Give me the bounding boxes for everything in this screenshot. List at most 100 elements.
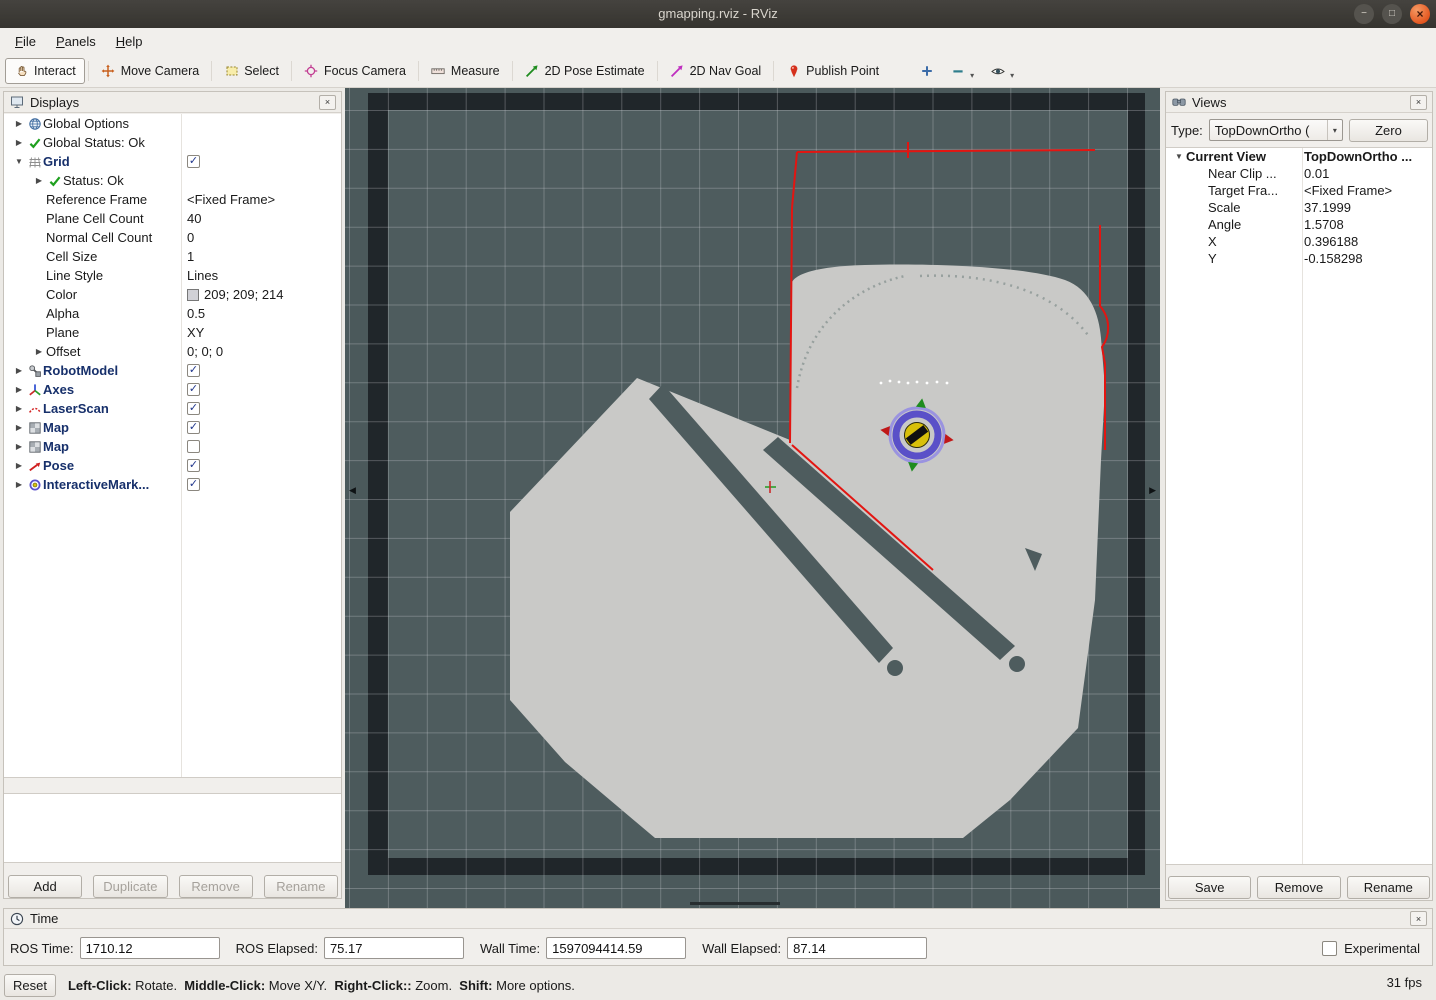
maximize-button[interactable]: □: [1382, 4, 1402, 24]
views-rename-button[interactable]: Rename: [1347, 876, 1430, 899]
expand-arrow-icon[interactable]: ▶: [12, 138, 26, 147]
displays-add-button[interactable]: Add: [8, 875, 82, 898]
display-row[interactable]: Normal Cell Count0: [4, 228, 341, 247]
expand-arrow-icon[interactable]: ▶: [12, 461, 26, 470]
interact-tool[interactable]: Interact: [5, 58, 85, 84]
focus-camera-tool[interactable]: Focus Camera: [295, 58, 415, 84]
expand-arrow-icon[interactable]: ▶: [12, 404, 26, 413]
views-close-icon[interactable]: ×: [1410, 95, 1427, 110]
display-row[interactable]: ▶Status: Ok: [4, 171, 341, 190]
views-panel-header[interactable]: Views ×: [1166, 92, 1432, 113]
experimental-checkbox[interactable]: [1322, 941, 1337, 956]
display-row[interactable]: Cell Size1: [4, 247, 341, 266]
view-type-combobox[interactable]: TopDownOrtho ( ▾: [1209, 119, 1343, 141]
view-property-row[interactable]: Y-0.158298: [1166, 250, 1432, 267]
checkbox-checked[interactable]: ✓: [187, 459, 200, 472]
tool-properties-button-dropdown-icon[interactable]: ▾: [1010, 71, 1014, 83]
publish-point-tool[interactable]: Publish Point: [777, 58, 888, 84]
display-row[interactable]: ▼Grid✓: [4, 152, 341, 171]
titlebar[interactable]: gmapping.rviz - RViz − □ ×: [0, 0, 1436, 28]
display-description-box: [4, 793, 341, 863]
time-close-icon[interactable]: ×: [1410, 911, 1427, 926]
display-row[interactable]: ▶Global Options: [4, 114, 341, 133]
display-row[interactable]: Plane Cell Count40: [4, 209, 341, 228]
view-property-row[interactable]: X0.396188: [1166, 233, 1432, 250]
checkbox-checked[interactable]: ✓: [187, 383, 200, 396]
view-property-row[interactable]: ▼Current ViewTopDownOrtho ...: [1166, 148, 1432, 165]
display-row[interactable]: ▶Pose✓: [4, 456, 341, 475]
nav-goal-tool[interactable]: 2D Nav Goal: [661, 58, 771, 84]
display-row[interactable]: Alpha0.5: [4, 304, 341, 323]
view-property-row[interactable]: Angle1.5708: [1166, 216, 1432, 233]
minimize-button[interactable]: −: [1354, 4, 1374, 24]
row-value: 37.1999: [1304, 200, 1351, 215]
ros-time-input[interactable]: [80, 937, 220, 959]
views-remove-button[interactable]: Remove: [1257, 876, 1340, 899]
checkbox-checked[interactable]: ✓: [187, 402, 200, 415]
display-row[interactable]: ▶Map: [4, 437, 341, 456]
row-value: <Fixed Frame>: [1304, 183, 1392, 198]
view-property-row[interactable]: Scale37.1999: [1166, 199, 1432, 216]
collapse-arrow-icon[interactable]: ▼: [1172, 152, 1186, 161]
splitter-left-handle[interactable]: ◀: [349, 486, 356, 495]
pose-estimate-tool[interactable]: 2D Pose Estimate: [516, 58, 654, 84]
row-value: 40: [187, 211, 201, 226]
expand-arrow-icon[interactable]: ▶: [12, 385, 26, 394]
measure-tool[interactable]: Measure: [422, 58, 509, 84]
display-row[interactable]: Reference Frame<Fixed Frame>: [4, 190, 341, 209]
collapse-arrow-icon[interactable]: ▼: [12, 157, 26, 166]
combo-arrow-icon[interactable]: ▾: [1327, 120, 1342, 140]
pillar-2: [1009, 656, 1025, 672]
wall-elapsed-input[interactable]: [787, 937, 927, 959]
display-row[interactable]: ▶InteractiveMark...✓: [4, 475, 341, 494]
viewport-scroll-hint: [690, 902, 780, 905]
reset-button[interactable]: Reset: [4, 974, 56, 997]
display-row[interactable]: ▶Offset0; 0; 0: [4, 342, 341, 361]
expand-arrow-icon[interactable]: ▶: [32, 347, 46, 356]
3d-viewport[interactable]: ◀ ▶: [345, 88, 1160, 908]
display-row[interactable]: ▶Axes✓: [4, 380, 341, 399]
view-property-row[interactable]: Target Fra...<Fixed Frame>: [1166, 182, 1432, 199]
splitter-right-handle[interactable]: ▶: [1149, 486, 1156, 495]
display-row[interactable]: Line StyleLines: [4, 266, 341, 285]
menu-help[interactable]: Help: [106, 31, 153, 52]
add-tool-button[interactable]: [914, 58, 939, 84]
move-camera-tool[interactable]: Move Camera: [92, 58, 209, 84]
displays-close-icon[interactable]: ×: [319, 95, 336, 110]
zero-button[interactable]: Zero: [1349, 119, 1428, 142]
menu-panels[interactable]: Panels: [46, 31, 106, 52]
expand-arrow-icon[interactable]: ▶: [32, 176, 46, 185]
checkbox-checked[interactable]: ✓: [187, 421, 200, 434]
checkbox-checked[interactable]: ✓: [187, 478, 200, 491]
view-property-row[interactable]: Near Clip ...0.01: [1166, 165, 1432, 182]
checkbox-checked[interactable]: ✓: [187, 155, 200, 168]
remove-tool-button-dropdown-icon[interactable]: ▾: [970, 71, 974, 83]
toolbar-separator: [418, 61, 419, 81]
menu-file[interactable]: File: [5, 31, 46, 52]
check-icon: [46, 173, 63, 188]
wall-time-input[interactable]: [546, 937, 686, 959]
expand-arrow-icon[interactable]: ▶: [12, 442, 26, 451]
display-row[interactable]: ▶Map✓: [4, 418, 341, 437]
display-row[interactable]: ▶LaserScan✓: [4, 399, 341, 418]
remove-tool-button[interactable]: ▾: [945, 58, 979, 84]
expand-arrow-icon[interactable]: ▶: [12, 480, 26, 489]
close-button[interactable]: ×: [1410, 4, 1430, 24]
displays-panel-header[interactable]: Displays ×: [4, 92, 341, 113]
select-tool[interactable]: Select: [215, 58, 288, 84]
ros-elapsed-input[interactable]: [324, 937, 464, 959]
expand-arrow-icon[interactable]: ▶: [12, 119, 26, 128]
display-row[interactable]: ▶Global Status: Ok: [4, 133, 341, 152]
expand-arrow-icon[interactable]: ▶: [12, 423, 26, 432]
checkbox-checked[interactable]: ✓: [187, 364, 200, 377]
checkbox-unchecked[interactable]: [187, 440, 200, 453]
row-value: ✓: [187, 383, 200, 396]
views-panel-icon: [1171, 95, 1186, 110]
tool-properties-button[interactable]: ▾: [985, 58, 1019, 84]
display-row[interactable]: Color209; 209; 214: [4, 285, 341, 304]
display-row[interactable]: ▶RobotModel✓: [4, 361, 341, 380]
expand-arrow-icon[interactable]: ▶: [12, 366, 26, 375]
display-row[interactable]: PlaneXY: [4, 323, 341, 342]
views-save-button[interactable]: Save: [1168, 876, 1251, 899]
time-panel-header[interactable]: Time ×: [4, 909, 1432, 929]
